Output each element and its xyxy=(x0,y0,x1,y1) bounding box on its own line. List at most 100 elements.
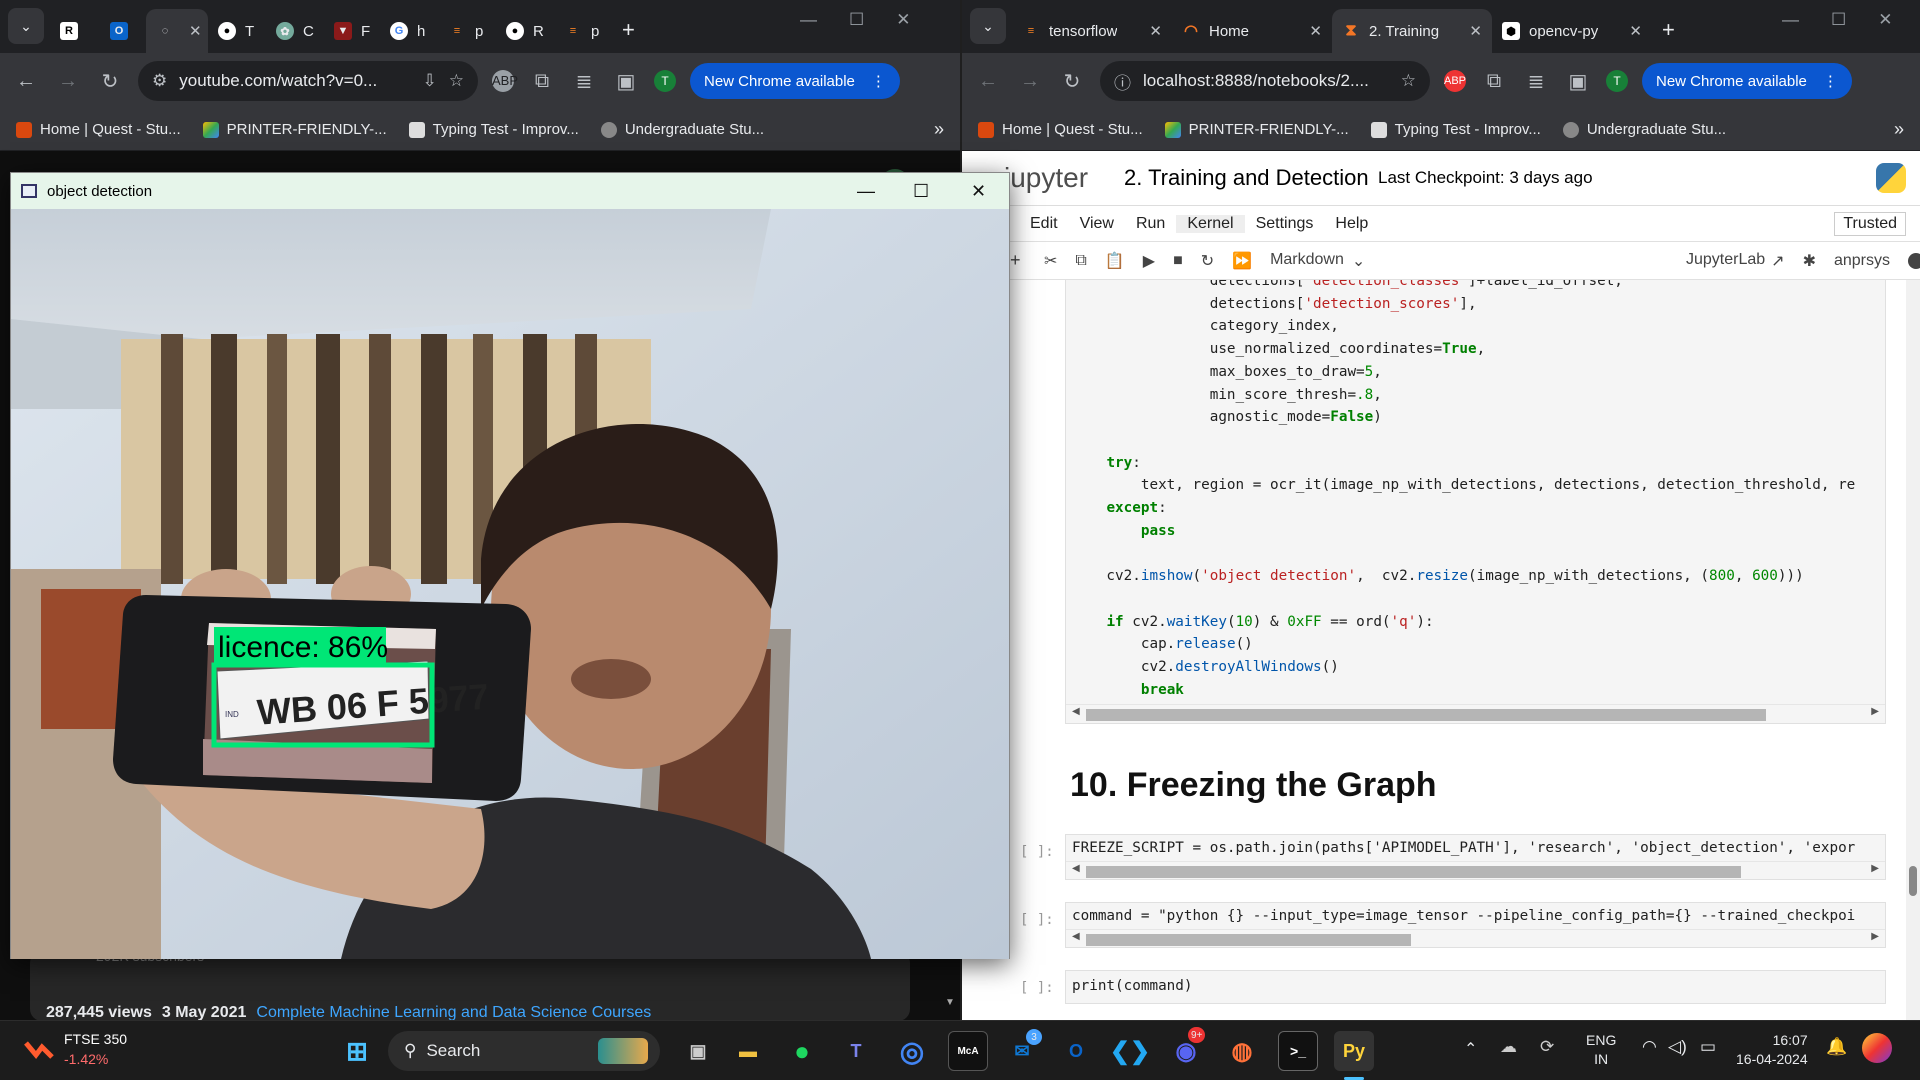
bug-icon[interactable]: ✱ xyxy=(1803,251,1816,271)
close-icon[interactable]: ✕ xyxy=(1303,22,1322,40)
update-chrome-button[interactable]: New Chrome available ⋮ xyxy=(1642,63,1852,99)
horizontal-scrollbar[interactable]: ◀ ▶ xyxy=(1066,861,1885,879)
stock-widget-icon[interactable] xyxy=(24,1037,54,1061)
sync-icon[interactable]: ⟳ xyxy=(1540,1037,1554,1057)
scroll-right-icon[interactable]: ▶ xyxy=(1871,863,1879,874)
tab-search-button[interactable]: ⌄ xyxy=(8,8,44,44)
maximize-icon[interactable]: ☐ xyxy=(849,10,864,30)
notification-bell-icon[interactable]: 🔔 xyxy=(1826,1037,1847,1057)
copilot-icon[interactable] xyxy=(1862,1033,1892,1063)
menu-view[interactable]: View xyxy=(1069,215,1125,233)
bookmark-star-icon[interactable]: ☆ xyxy=(1401,71,1416,91)
close-icon[interactable]: ✕ xyxy=(1463,22,1482,40)
menu-help[interactable]: Help xyxy=(1324,215,1379,233)
close-icon[interactable]: ✕ xyxy=(1878,10,1892,30)
tab-university[interactable]: ▼ F xyxy=(324,9,380,53)
minimize-icon[interactable]: — xyxy=(857,181,875,202)
trusted-badge[interactable]: Trusted xyxy=(1834,211,1906,236)
tab-stackoverflow-1[interactable]: ≡ p xyxy=(438,9,496,53)
chrome-icon[interactable]: ◎ xyxy=(892,1031,932,1071)
code-cell[interactable]: command = "python {} --input_type=image_… xyxy=(1065,902,1886,948)
description-link[interactable]: Complete Machine Learning and Data Scien… xyxy=(256,1004,651,1020)
minimize-icon[interactable]: — xyxy=(800,10,817,30)
close-icon[interactable]: ✕ xyxy=(896,10,910,30)
minimize-icon[interactable]: — xyxy=(1782,10,1799,30)
kebab-menu-icon[interactable]: ⋮ xyxy=(1823,72,1838,90)
scroll-thumb[interactable] xyxy=(1086,866,1741,878)
tab-outlook[interactable]: O xyxy=(100,9,146,53)
close-icon[interactable]: ✕ xyxy=(1143,22,1162,40)
task-view-icon[interactable]: ▣ xyxy=(678,1031,718,1071)
jupyterlab-link[interactable]: JupyterLab ↗ xyxy=(1686,251,1785,271)
wifi-icon[interactable]: ◠ xyxy=(1642,1037,1657,1057)
cut-icon[interactable]: ✂ xyxy=(1044,251,1057,271)
kebab-menu-icon[interactable]: ⋮ xyxy=(871,72,886,90)
reading-list-icon[interactable]: ≣ xyxy=(1522,69,1550,94)
address-bar[interactable]: ⚙ youtube.com/watch?v=0... ⇩ ☆ xyxy=(138,61,478,101)
tab-youtube[interactable]: ◌(✕ xyxy=(146,9,208,53)
bookmark-item[interactable]: Home | Quest - Stu... xyxy=(978,121,1143,138)
tab-chatgpt[interactable]: ✿ C xyxy=(266,9,324,53)
teams-icon[interactable]: T xyxy=(836,1031,876,1071)
tab-tensorflow[interactable]: ≡ tensorflow ✕ xyxy=(1012,9,1172,53)
cv-title-bar[interactable]: object detection — ☐ ✕ xyxy=(11,173,1009,209)
fast-forward-icon[interactable]: ⏩ xyxy=(1232,251,1252,271)
back-icon[interactable]: ← xyxy=(12,70,40,93)
back-icon[interactable]: ← xyxy=(974,70,1002,93)
scroll-thumb[interactable] xyxy=(1086,709,1766,721)
reload-icon[interactable]: ↻ xyxy=(96,69,124,94)
volume-icon[interactable]: ◁) xyxy=(1668,1037,1687,1057)
address-bar[interactable]: ⓘ localhost:8888/notebooks/2.... ☆ xyxy=(1100,61,1430,101)
extensions-icon[interactable]: ⧉ xyxy=(1480,70,1508,93)
side-panel-icon[interactable]: ▣ xyxy=(1564,69,1592,94)
notebook-title[interactable]: 2. Training and Detection xyxy=(1124,165,1369,191)
kernel-name[interactable]: anprsys xyxy=(1834,252,1890,270)
forward-icon[interactable]: → xyxy=(54,70,82,93)
stock-name[interactable]: FTSE 350 xyxy=(64,1031,127,1047)
reading-list-icon[interactable]: ≣ xyxy=(570,69,598,94)
bookmark-item[interactable]: PRINTER-FRIENDLY-... xyxy=(202,121,387,138)
update-chrome-button[interactable]: New Chrome available ⋮ xyxy=(690,63,900,99)
terminal-icon[interactable]: >_ xyxy=(1278,1031,1318,1071)
vscode-icon[interactable]: ❮❯ xyxy=(1110,1031,1150,1071)
tab-training[interactable]: ⧗ 2. Training ✕ xyxy=(1332,9,1492,53)
page-scrollbar[interactable] xyxy=(1906,280,1920,1020)
forward-icon[interactable]: → xyxy=(1016,70,1044,93)
scroll-left-icon[interactable]: ◀ xyxy=(1072,863,1080,874)
horizontal-scrollbar[interactable]: ◀ ▶ xyxy=(1066,704,1885,722)
copy-icon[interactable]: ⧉ xyxy=(1075,252,1086,270)
file-explorer-icon[interactable]: ▬ xyxy=(728,1031,768,1071)
tab-opencv[interactable]: ⬢ opencv-py ✕ xyxy=(1492,9,1652,53)
tab-home[interactable]: ◠ Home ✕ xyxy=(1172,9,1332,53)
reload-icon[interactable]: ↻ xyxy=(1058,69,1086,94)
extensions-icon[interactable]: ⧉ xyxy=(528,70,556,93)
code-cell[interactable]: detections['detection_classes']+label_id… xyxy=(1065,280,1886,724)
profile-avatar[interactable]: T xyxy=(1606,70,1628,92)
scroll-down-arrow-icon[interactable]: ▼ xyxy=(945,997,955,1008)
bookmark-item[interactable]: Typing Test - Improv... xyxy=(408,121,579,138)
menu-kernel[interactable]: Kernel xyxy=(1176,214,1245,233)
mcafee-icon[interactable]: McA xyxy=(948,1031,988,1071)
scroll-right-icon[interactable]: ▶ xyxy=(1871,931,1879,942)
python-icon[interactable]: Py xyxy=(1334,1031,1374,1071)
menu-settings[interactable]: Settings xyxy=(1245,215,1325,233)
close-icon[interactable]: ✕ xyxy=(971,181,986,202)
profile-avatar[interactable]: T xyxy=(654,70,676,92)
battery-icon[interactable]: ▭ xyxy=(1700,1037,1716,1057)
bookmark-star-icon[interactable]: ☆ xyxy=(449,71,464,91)
horizontal-scrollbar[interactable]: ◀ ▶ xyxy=(1066,929,1885,947)
scroll-thumb[interactable] xyxy=(1086,934,1411,946)
bookmark-item[interactable]: Undergraduate Stu... xyxy=(1562,121,1726,138)
adblock-icon[interactable]: ABP xyxy=(1444,70,1466,92)
tab-quest[interactable]: R xyxy=(50,9,100,53)
info-icon[interactable]: ⓘ xyxy=(1114,69,1131,94)
windows-start-icon[interactable]: ⊞ xyxy=(337,1031,377,1071)
install-icon[interactable]: ⇩ xyxy=(423,71,437,91)
bookmark-item[interactable]: Typing Test - Improv... xyxy=(1370,121,1541,138)
menu-edit[interactable]: Edit xyxy=(1019,215,1069,233)
adblock-icon[interactable]: ABP xyxy=(492,70,518,92)
tab-github-1[interactable]: ● T xyxy=(208,9,266,53)
scroll-left-icon[interactable]: ◀ xyxy=(1072,931,1080,942)
outlook-icon[interactable]: O xyxy=(1056,1031,1096,1071)
site-info-icon[interactable]: ⚙ xyxy=(152,71,167,91)
